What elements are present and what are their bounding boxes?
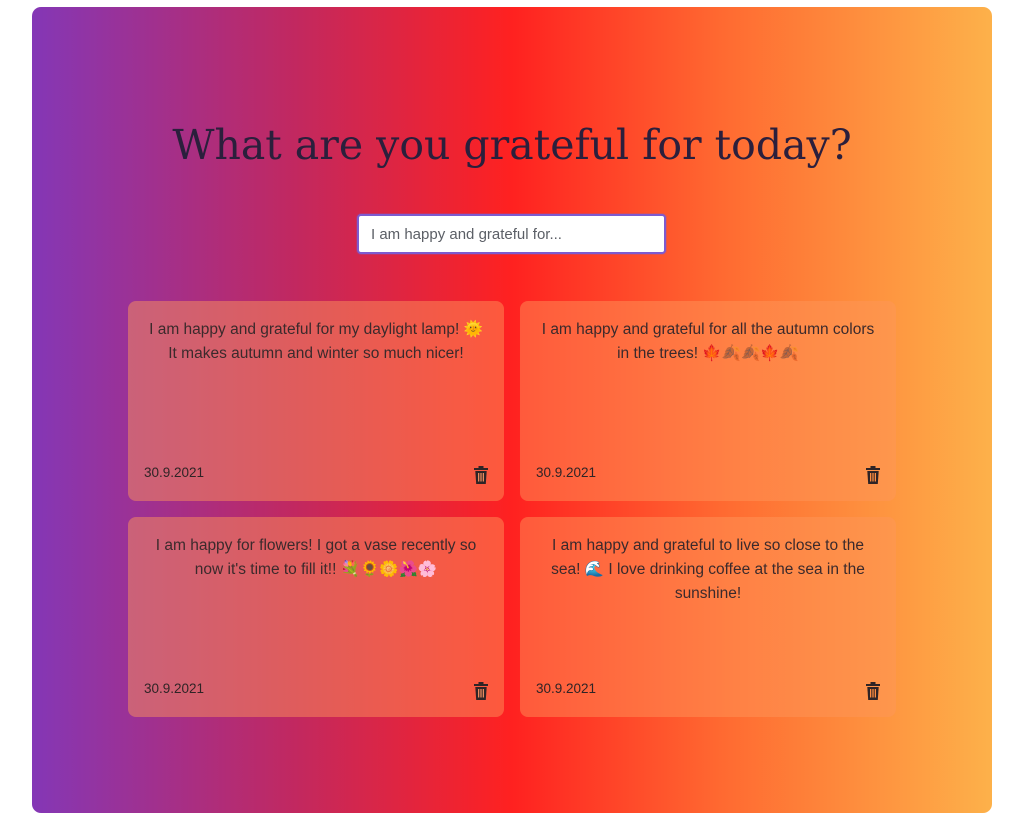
card-date: 30.9.2021	[144, 681, 205, 696]
entry-form	[357, 214, 666, 254]
trash-icon[interactable]	[473, 682, 489, 700]
card-text: I am happy and grateful to live so close…	[551, 537, 865, 602]
card-text: I am happy for flowers! I got a vase rec…	[155, 537, 477, 578]
card-date: 30.9.2021	[536, 465, 597, 480]
gratitude-card: I am happy and grateful to live so close…	[520, 517, 896, 717]
card-text: I am happy and grateful for my daylight …	[149, 321, 483, 362]
gratitude-card: I am happy and grateful for my daylight …	[128, 301, 504, 501]
card-date: 30.9.2021	[144, 465, 205, 480]
gratitude-card: I am happy and grateful for all the autu…	[520, 301, 896, 501]
card-date: 30.9.2021	[536, 681, 597, 696]
gratitude-card: I am happy for flowers! I got a vase rec…	[128, 517, 504, 717]
gratitude-input[interactable]	[357, 214, 666, 254]
card-text: I am happy and grateful for all the autu…	[541, 321, 875, 362]
trash-icon[interactable]	[865, 466, 881, 484]
trash-icon[interactable]	[473, 466, 489, 484]
trash-icon[interactable]	[865, 682, 881, 700]
page-title: What are you grateful for today?	[172, 121, 852, 169]
app-container: What are you grateful for today? I am ha…	[32, 7, 992, 813]
